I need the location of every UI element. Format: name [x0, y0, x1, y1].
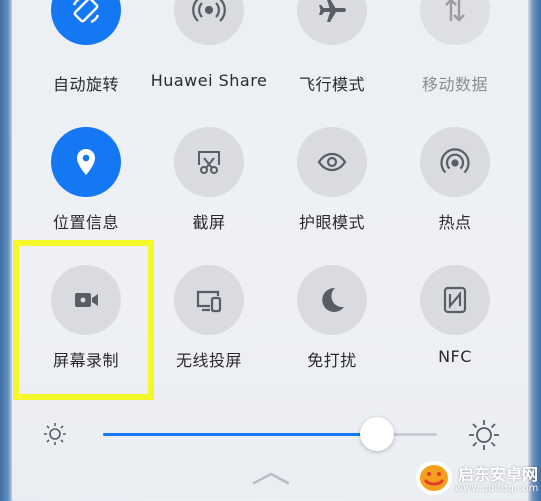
tile-label: Huawei Share: [150, 71, 268, 90]
brightness-thumb[interactable]: [359, 417, 394, 451]
tile-label: NFC: [438, 347, 472, 366]
tile-auto-rotate[interactable]: 自动旋转: [24, 0, 148, 95]
tile-label: 自动旋转: [52, 75, 119, 94]
mobile-data-icon: [420, 0, 490, 45]
tile-label: 截屏: [192, 213, 226, 232]
moon-icon: [297, 265, 367, 335]
watermark-logo-icon: [414, 459, 454, 501]
tile-label: 无线投屏: [175, 351, 242, 370]
brightness-slider[interactable]: [103, 417, 437, 451]
watermark-url: www.qdltdq.com: [455, 483, 539, 494]
auto-rotate-icon: [51, 0, 121, 45]
brightness-low-icon: [42, 421, 68, 451]
tile-huawei-share[interactable]: Huawei Share: [147, 0, 271, 95]
tile-label: 免打扰: [307, 351, 357, 370]
tile-label: 飞行模式: [298, 75, 365, 94]
huawei-share-icon: [174, 0, 244, 45]
tile-hotspot[interactable]: 热点: [393, 127, 517, 247]
brightness-high-icon: [467, 418, 501, 456]
tile-nfc[interactable]: NFC: [393, 265, 517, 385]
highlight-box: [13, 240, 154, 400]
watermark-name: 启东安卓网: [458, 465, 539, 484]
nfc-icon: [420, 265, 490, 335]
tile-do-not-disturb[interactable]: 免打扰: [270, 265, 394, 385]
tile-label: 位置信息: [52, 213, 119, 232]
tile-label: 热点: [438, 213, 472, 232]
brightness-fill: [103, 433, 377, 436]
tile-airplane-mode[interactable]: 飞行模式: [270, 0, 394, 95]
tile-screenshot[interactable]: 截屏: [147, 127, 271, 247]
tile-label: 护眼模式: [298, 213, 365, 232]
airplane-icon: [297, 0, 367, 45]
tile-eye-comfort[interactable]: 护眼模式: [270, 127, 394, 247]
brightness-slider-row: [0, 410, 541, 460]
hotspot-icon: [420, 127, 490, 197]
screenshot-icon: [174, 127, 244, 197]
eye-icon: [297, 127, 367, 197]
location-icon: [51, 127, 121, 197]
panel-collapse-handle[interactable]: [252, 470, 290, 489]
tile-wireless-projection[interactable]: 无线投屏: [147, 265, 271, 385]
wireless-projection-icon: [174, 265, 244, 335]
tile-mobile-data[interactable]: 移动数据: [393, 0, 517, 95]
tile-label: 移动数据: [421, 75, 488, 94]
site-watermark: 启东安卓网 www.qdltdq.com: [410, 455, 541, 500]
tile-location[interactable]: 位置信息: [24, 127, 148, 247]
